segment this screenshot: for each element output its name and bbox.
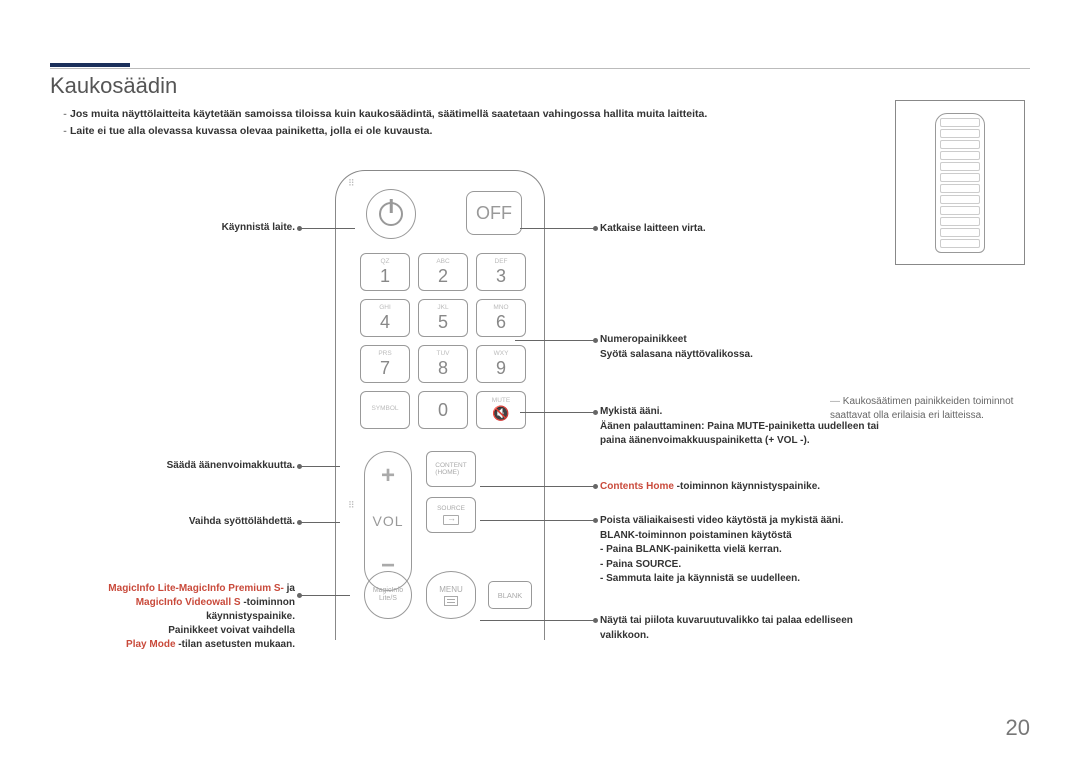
off-button: OFF [466,191,522,235]
mute-icon: 🔇 [492,405,509,422]
remote-thumbnail [895,100,1025,265]
title-rule [50,68,1030,69]
key-9: WXY9 [476,345,526,383]
key-4: GHI4 [360,299,410,337]
braille-dots-top: ⠿ [348,178,357,189]
callout-source: Vaihda syöttölähdettä. [60,516,295,527]
remote-thumbnail-body [935,113,985,253]
note-1: Jos muita näyttölaitteita käytetään samo… [70,108,707,120]
note-2: Laite ei tue alla olevassa kuvassa oleva… [70,125,432,137]
leader-mute [520,412,595,413]
blank-button: BLANK [488,581,532,609]
key-6: MNO6 [476,299,526,337]
content-home-button: CONTENT (HOME) [426,451,476,487]
page-number: 20 [1006,715,1030,741]
menu-icon [444,596,458,606]
leader-volume [300,466,340,467]
leader-source [300,522,340,523]
callout-content-home: Contents Home -toiminnon käynnistyspaini… [600,480,820,495]
leader-content [480,486,595,487]
source-icon [443,515,459,525]
braille-dots-mid: ⠿ [348,500,357,511]
callout-power: Käynnistä laite. [60,222,295,233]
menu-button: MENU [426,571,476,619]
callout-menu: Näytä tai piilota kuvaruutuvalikko tai p… [600,614,900,643]
key-symbol: SYMBOL [360,391,410,429]
manual-page: Kaukosäädin -Jos muita näyttölaitteita k… [0,0,1080,763]
key-mute: MUTE🔇 [476,391,526,429]
key-8: TUV8 [418,345,468,383]
leader-blank-src [480,520,595,521]
leader-numpad [515,340,595,341]
vol-plus-icon: + [381,464,395,488]
key-2: ABC2 [418,253,468,291]
power-button [366,189,416,239]
source-button: SOURCE [426,497,476,533]
key-3: DEF3 [476,253,526,291]
title-accent [50,63,130,67]
key-7: PRS7 [360,345,410,383]
callout-blank: Poista väliaikaisesti video käytöstä ja … [600,514,843,587]
magicinfo-button: MagicInfo Lite/S [364,571,412,619]
vol-label: VOL [372,513,403,529]
callout-volume: Säädä äänenvoimakkuutta. [60,460,295,471]
key-5: JKL5 [418,299,468,337]
key-1: QZ1 [360,253,410,291]
callout-magicinfo: MagicInfo Lite-MagicInfo Premium S- ja M… [45,582,295,652]
power-icon [379,202,403,226]
leader-off [520,228,595,229]
leader-magicinfo [300,595,350,596]
remote-body: OFF QZ1 ABC2 DEF3 GHI4 JKL5 MNO6 PRS7 TU… [335,170,545,640]
note-list: -Jos muita näyttölaitteita käytetään sam… [60,106,707,140]
volume-rocker: + VOL − [364,451,412,591]
leader-power [300,228,355,229]
key-0: 0 [418,391,468,429]
callout-numpad: Numeropainikkeet Syötä salasana näyttöva… [600,333,753,362]
remote-illustration: OFF QZ1 ABC2 DEF3 GHI4 JKL5 MNO6 PRS7 TU… [320,170,560,650]
leader-menu [480,620,595,621]
side-note: Kaukosäätimen painikkeiden toiminnot saa… [830,395,1030,423]
page-title: Kaukosäädin [50,73,177,99]
callout-off: Katkaise laitteen virta. [600,222,706,237]
mid-column: CONTENT (HOME) SOURCE [426,451,476,543]
